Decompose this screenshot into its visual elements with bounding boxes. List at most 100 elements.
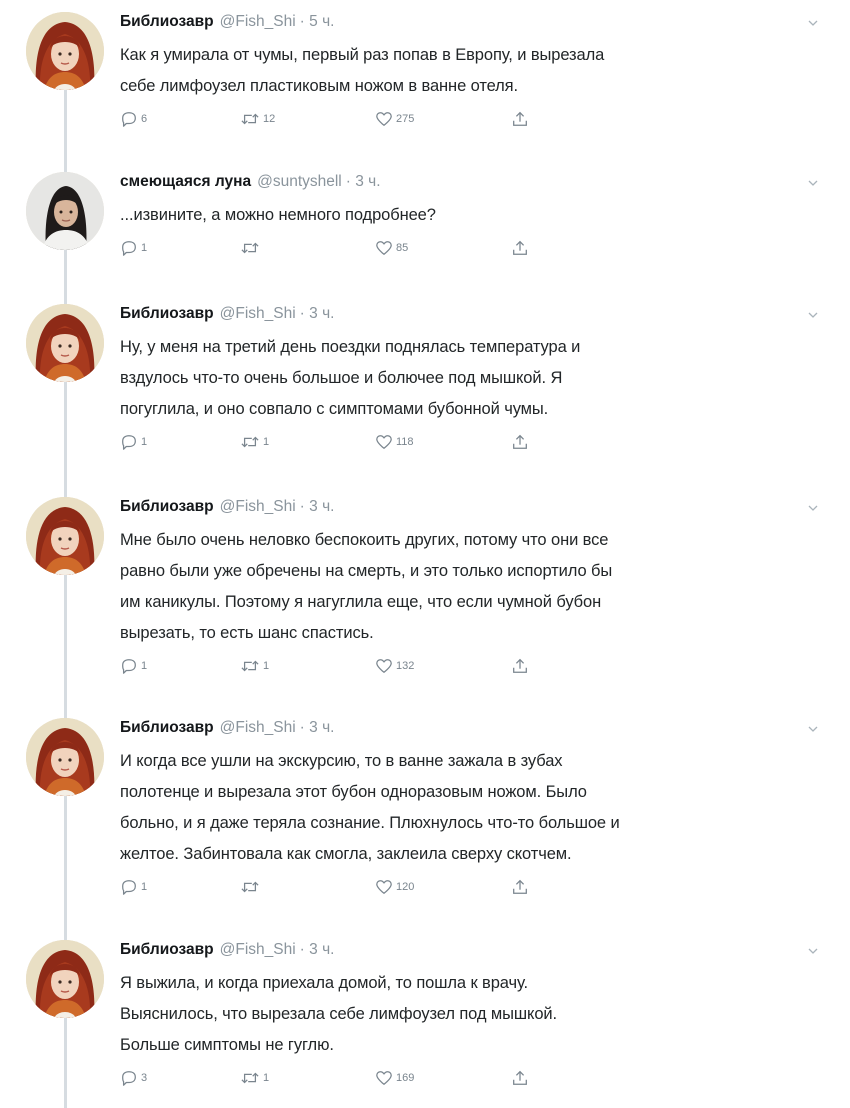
- like-button[interactable]: 132: [375, 657, 414, 675]
- reply-button[interactable]: 1: [120, 433, 147, 451]
- heart-icon: [375, 1069, 393, 1087]
- retweet-icon: [240, 1069, 260, 1087]
- author-handle[interactable]: @Fish_Shi: [220, 305, 296, 322]
- retweet-count: 1: [263, 660, 270, 672]
- like-count: 120: [396, 881, 415, 893]
- share-button[interactable]: [511, 657, 532, 675]
- author-name[interactable]: смеющаяся луна: [120, 173, 251, 190]
- reply-icon: [120, 1069, 138, 1087]
- retweet-count: 1: [263, 436, 270, 448]
- author-handle[interactable]: @Fish_Shi: [220, 498, 296, 515]
- reply-icon: [120, 433, 138, 451]
- reply-icon: [120, 110, 138, 128]
- share-icon: [511, 239, 529, 257]
- retweet-button[interactable]: 12: [240, 110, 275, 128]
- heart-icon: [375, 657, 393, 675]
- author-name[interactable]: Библиозавр: [120, 498, 214, 515]
- author-handle[interactable]: @suntyshell: [257, 173, 342, 190]
- timestamp[interactable]: · 3 ч.: [300, 719, 335, 736]
- retweet-icon: [240, 433, 260, 451]
- avatar[interactable]: [26, 940, 104, 1018]
- chevron-down-icon[interactable]: [806, 16, 820, 30]
- share-icon: [511, 878, 529, 896]
- reply-button[interactable]: 1: [120, 878, 147, 896]
- share-button[interactable]: [511, 1069, 532, 1087]
- like-count: 132: [396, 660, 415, 672]
- timestamp[interactable]: · 5 ч.: [300, 13, 335, 30]
- reply-count: 1: [141, 660, 148, 672]
- reply-count: 1: [141, 436, 148, 448]
- retweet-count: 12: [263, 113, 276, 125]
- like-button[interactable]: 169: [375, 1069, 414, 1087]
- reply-button[interactable]: 6: [120, 110, 147, 128]
- avatar[interactable]: [26, 172, 104, 250]
- tweet-actions: 1 85: [120, 239, 820, 259]
- like-button[interactable]: 275: [375, 110, 414, 128]
- retweet-button[interactable]: [240, 239, 263, 257]
- share-button[interactable]: [511, 110, 532, 128]
- chevron-down-icon[interactable]: [806, 722, 820, 736]
- reply-count: 3: [141, 1072, 148, 1084]
- tweet-text: Как я умирала от чумы, первый раз попав …: [120, 46, 605, 95]
- author-handle[interactable]: @Fish_Shi: [220, 13, 296, 30]
- chevron-down-icon[interactable]: [806, 944, 820, 958]
- reply-button[interactable]: 1: [120, 657, 147, 675]
- avatar[interactable]: [26, 304, 104, 382]
- share-button[interactable]: [511, 433, 532, 451]
- author-name[interactable]: Библиозавр: [120, 305, 214, 322]
- tweet-actions: 1 120: [120, 878, 820, 898]
- retweet-button[interactable]: 1: [240, 1069, 269, 1087]
- retweet-button[interactable]: 1: [240, 433, 269, 451]
- reply-count: 1: [141, 242, 148, 254]
- like-count: 118: [396, 436, 414, 448]
- share-icon: [511, 110, 529, 128]
- heart-icon: [375, 239, 393, 257]
- author-handle[interactable]: @Fish_Shi: [220, 719, 296, 736]
- timestamp[interactable]: · 3 ч.: [300, 498, 335, 515]
- avatar[interactable]: [26, 12, 104, 90]
- tweet-actions: 3 1 169: [120, 1069, 820, 1089]
- reply-button[interactable]: 1: [120, 239, 147, 257]
- timestamp[interactable]: · 3 ч.: [300, 305, 335, 322]
- tweet-actions: 1 1 118: [120, 433, 820, 453]
- author-name[interactable]: Библиозавр: [120, 941, 214, 958]
- timestamp[interactable]: · 3 ч.: [346, 173, 381, 190]
- heart-icon: [375, 110, 393, 128]
- tweet-text: ...извините, а можно немного подробнее?: [120, 206, 436, 224]
- like-button[interactable]: 118: [375, 433, 414, 451]
- like-count: 85: [396, 242, 409, 254]
- retweet-button[interactable]: [240, 878, 263, 896]
- share-icon: [511, 1069, 529, 1087]
- avatar[interactable]: [26, 497, 104, 575]
- share-icon: [511, 657, 529, 675]
- share-button[interactable]: [511, 878, 532, 896]
- retweet-icon: [240, 657, 260, 675]
- reply-icon: [120, 657, 138, 675]
- retweet-icon: [240, 239, 260, 257]
- reply-icon: [120, 239, 138, 257]
- share-icon: [511, 433, 529, 451]
- retweet-icon: [240, 110, 260, 128]
- tweet-text: Ну, у меня на третий день поездки поднял…: [120, 338, 581, 418]
- reply-count: 1: [141, 881, 148, 893]
- reply-count: 6: [141, 113, 148, 125]
- chevron-down-icon[interactable]: [806, 501, 820, 515]
- heart-icon: [375, 878, 393, 896]
- reply-button[interactable]: 3: [120, 1069, 147, 1087]
- timestamp[interactable]: · 3 ч.: [300, 941, 335, 958]
- like-button[interactable]: 85: [375, 239, 408, 257]
- author-handle[interactable]: @Fish_Shi: [220, 941, 296, 958]
- like-button[interactable]: 120: [375, 878, 414, 896]
- chevron-down-icon[interactable]: [806, 176, 820, 190]
- chevron-down-icon[interactable]: [806, 308, 820, 322]
- retweet-icon: [240, 878, 260, 896]
- author-name[interactable]: Библиозавр: [120, 13, 214, 30]
- retweet-count: 1: [263, 1072, 270, 1084]
- retweet-button[interactable]: 1: [240, 657, 269, 675]
- tweet-actions: 6 12 275: [120, 110, 820, 130]
- share-button[interactable]: [511, 239, 532, 257]
- avatar[interactable]: [26, 718, 104, 796]
- tweet-text: Я выжила, и когда приехала домой, то пош…: [120, 974, 558, 1054]
- reply-icon: [120, 878, 138, 896]
- author-name[interactable]: Библиозавр: [120, 719, 214, 736]
